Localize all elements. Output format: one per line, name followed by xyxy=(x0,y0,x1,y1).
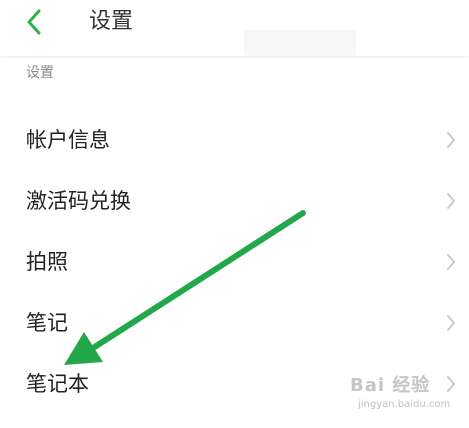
header-bar: 设置 xyxy=(0,0,469,56)
menu-item-account-info[interactable]: 帐户信息 xyxy=(0,110,469,171)
menu-item-label: 笔记本 xyxy=(26,372,89,396)
settings-menu: 帐户信息 激活码兑换 拍照 笔记 笔记本 xyxy=(0,110,469,415)
chevron-right-icon xyxy=(447,254,455,270)
menu-item-label: 帐户信息 xyxy=(26,128,110,152)
settings-page: 设置 设置 帐户信息 激活码兑换 拍照 笔记 笔记本 Bai 经验 jingya… xyxy=(0,0,469,428)
page-title: 设置 xyxy=(89,9,134,34)
back-button[interactable] xyxy=(18,6,50,38)
watermark-logo: Bai 经验 xyxy=(350,375,431,396)
menu-item-camera[interactable]: 拍照 xyxy=(0,232,469,293)
watermark-url: jingyan.baidu.com xyxy=(358,399,451,410)
chevron-right-icon xyxy=(447,193,455,209)
menu-item-label: 笔记 xyxy=(26,311,68,335)
watermark: Bai 经验 jingyan.baidu.com xyxy=(350,374,460,420)
section-label: 设置 xyxy=(26,65,54,81)
menu-item-activation-code[interactable]: 激活码兑换 xyxy=(0,171,469,232)
menu-item-label: 拍照 xyxy=(26,250,68,274)
chevron-right-icon xyxy=(447,315,455,331)
chevron-left-icon xyxy=(27,9,41,35)
menu-item-notes[interactable]: 笔记 xyxy=(0,293,469,354)
menu-item-label: 激活码兑换 xyxy=(26,189,131,213)
chevron-right-icon xyxy=(447,132,455,148)
header-faded-element xyxy=(244,30,356,56)
